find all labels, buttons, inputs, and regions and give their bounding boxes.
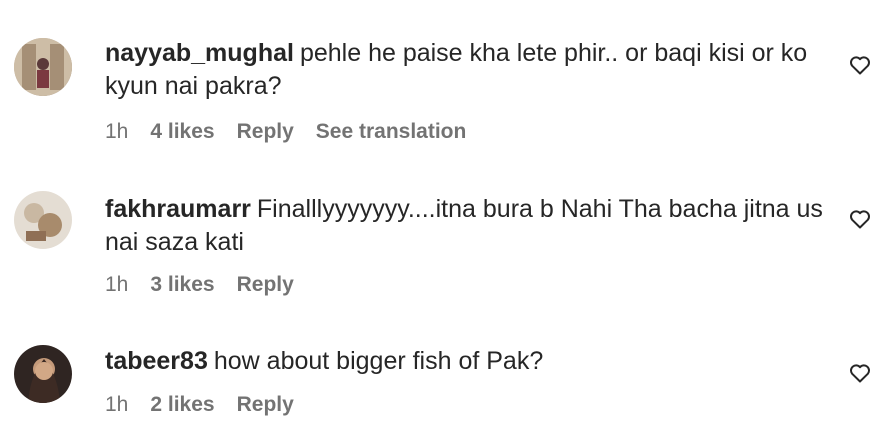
comment-body: tabeer83 how about bigger fish of Pak? xyxy=(105,345,825,378)
comment-body: nayyab_mughal pehle he paise kha lete phi… xyxy=(105,37,825,103)
comment-likes-link[interactable]: 4 likes xyxy=(150,120,214,144)
comment-username[interactable]: fakhraumarr xyxy=(105,195,251,223)
reply-button[interactable]: Reply xyxy=(237,273,294,297)
comment-meta: 1h 4 likes Reply See translation xyxy=(105,120,466,144)
heart-outline-icon[interactable] xyxy=(848,361,872,385)
comment-time: 1h xyxy=(105,273,129,296)
see-translation-button[interactable]: See translation xyxy=(316,120,467,144)
comment-likes-link[interactable]: 3 likes xyxy=(150,273,214,297)
avatar[interactable] xyxy=(14,38,72,96)
avatar-image xyxy=(14,345,72,403)
avatar-image xyxy=(14,191,72,249)
comment-meta: 1h 3 likes Reply xyxy=(105,273,294,297)
avatar-image xyxy=(14,38,72,96)
avatar[interactable] xyxy=(14,345,72,403)
comment-time: 1h xyxy=(105,120,129,143)
comment-username[interactable]: nayyab_mughal xyxy=(105,39,294,67)
heart-outline-icon[interactable] xyxy=(848,53,872,77)
heart-outline-icon[interactable] xyxy=(848,207,872,231)
reply-button[interactable]: Reply xyxy=(237,393,294,417)
comment-username[interactable]: tabeer83 xyxy=(105,347,208,375)
comment-likes-link[interactable]: 2 likes xyxy=(150,393,214,417)
comment-meta: 1h 2 likes Reply xyxy=(105,393,294,417)
avatar[interactable] xyxy=(14,191,72,249)
comment-time: 1h xyxy=(105,393,129,416)
comment-text: how about bigger fish of Pak? xyxy=(213,347,544,375)
reply-button[interactable]: Reply xyxy=(237,120,294,144)
comment-body: fakhraumarr Finalllyyyyyyy....itna bura b… xyxy=(105,193,825,259)
